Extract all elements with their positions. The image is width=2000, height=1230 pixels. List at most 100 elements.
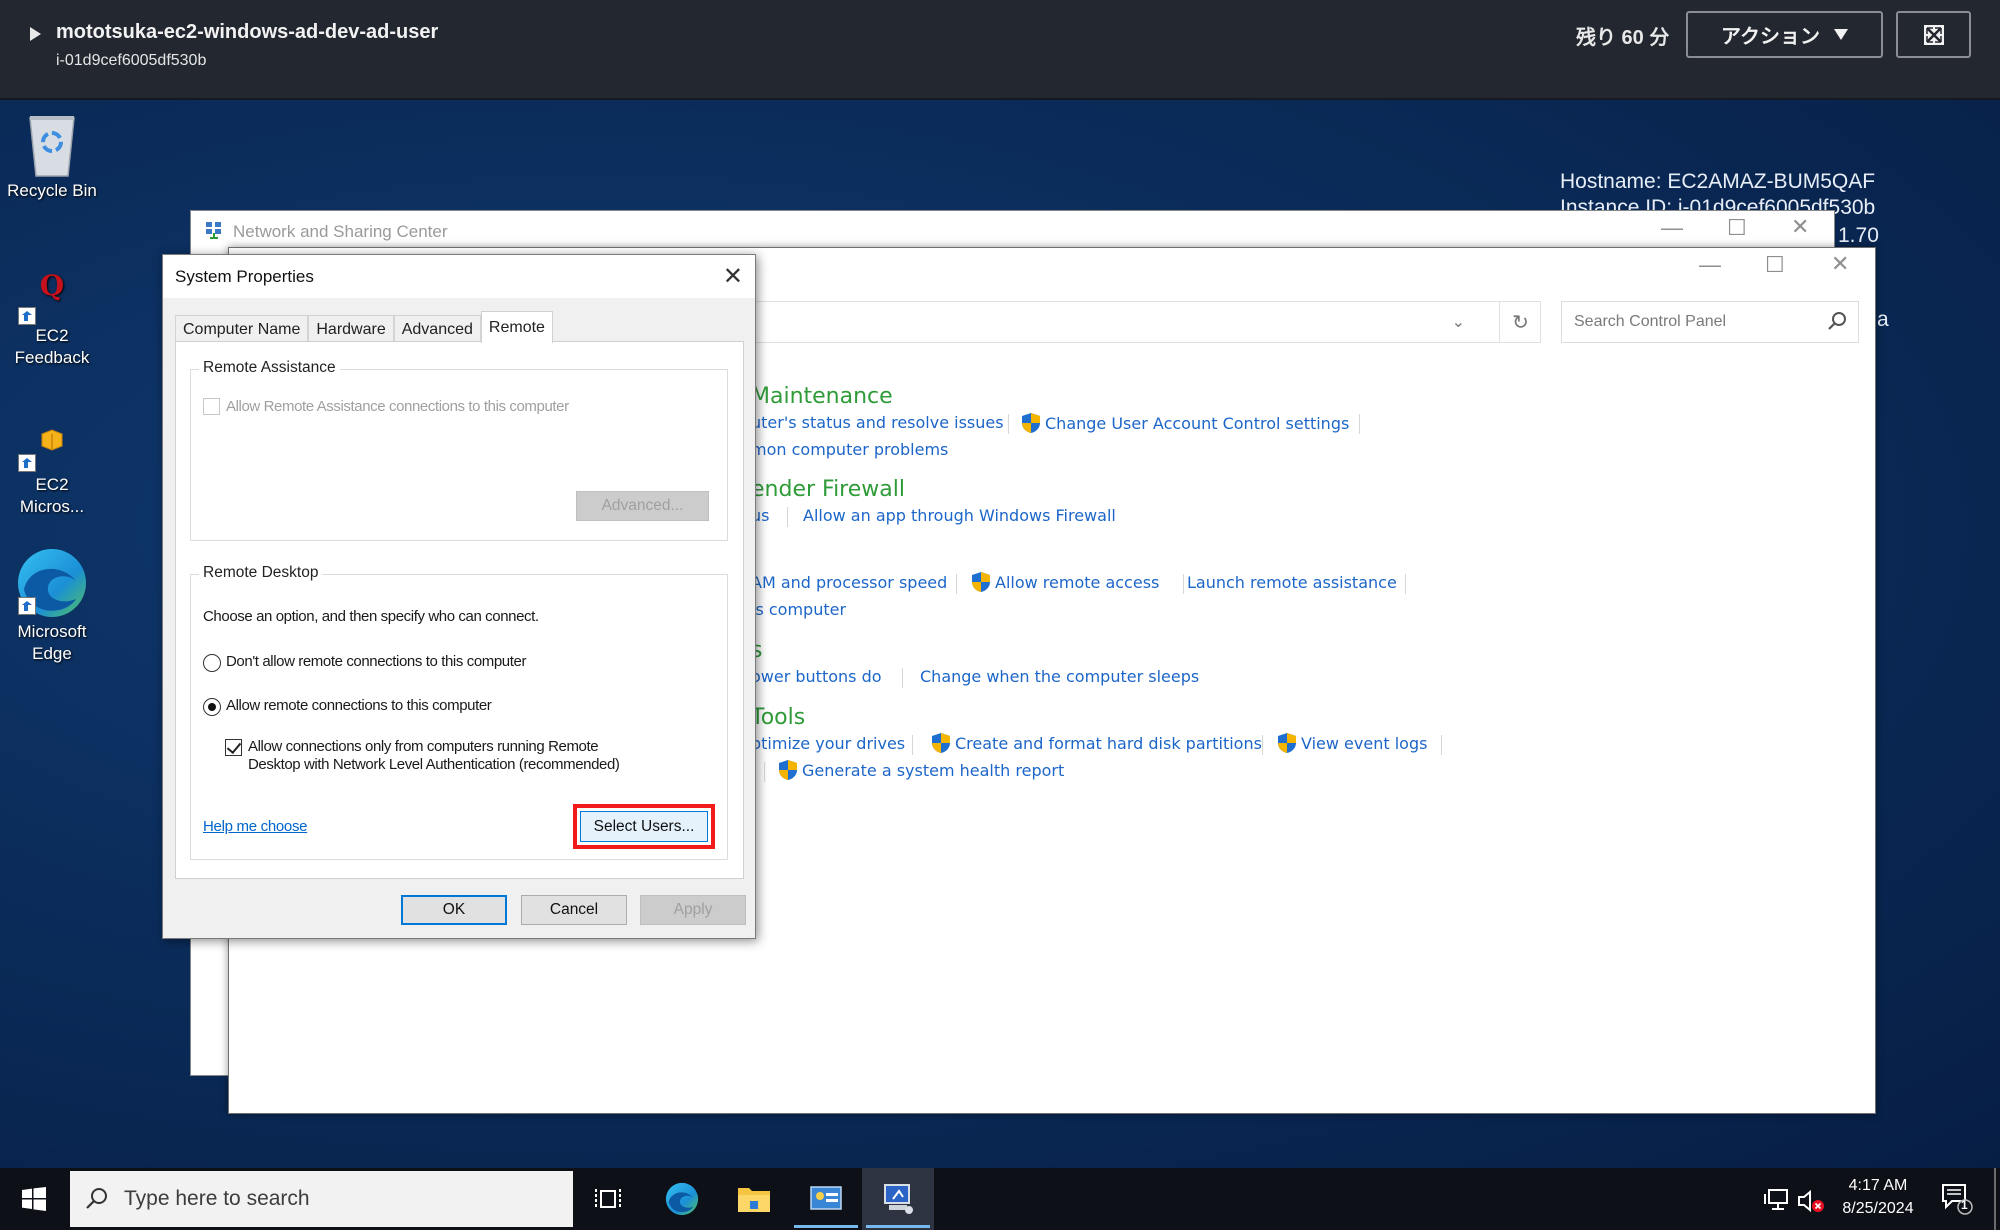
advanced-button[interactable]: Advanced... xyxy=(576,491,709,521)
group-legend: Remote Desktop xyxy=(199,564,323,582)
link-optimize-drives[interactable]: ptimize your drives xyxy=(751,734,905,753)
taskbar-task-view[interactable] xyxy=(572,1168,644,1230)
instance-id: i-01d9cef6005df530b xyxy=(56,52,207,69)
link-label: is computer xyxy=(751,600,847,619)
tab-remote[interactable]: Remote xyxy=(480,311,553,343)
notification-center-button[interactable]: 1 xyxy=(1940,1182,1974,1216)
triangle-down-icon xyxy=(1834,29,1848,40)
link-allow-app-firewall[interactable]: Allow an app through Windows Firewall xyxy=(803,506,1116,525)
chevron-down-icon[interactable]: ⌄ xyxy=(1452,312,1465,332)
show-desktop-button[interactable] xyxy=(1994,1168,1996,1230)
desktop-icon-label: Micros... xyxy=(19,497,85,516)
search-icon xyxy=(86,1188,107,1209)
taskbar-file-explorer[interactable] xyxy=(718,1168,790,1230)
uac-shield-icon xyxy=(1278,733,1296,753)
link-troubleshoot[interactable]: mon computer problems xyxy=(751,440,948,459)
section-heading: Maintenance xyxy=(751,384,893,409)
clock-date[interactable]: 8/25/2024 xyxy=(1834,1200,1922,1218)
dialog-titlebar[interactable]: System Properties ✕ xyxy=(163,255,755,298)
window-title: Network and Sharing Center xyxy=(233,222,448,241)
tab-hardware[interactable]: Hardware xyxy=(308,315,394,343)
taskbar-system-properties[interactable] xyxy=(862,1168,934,1230)
link-label: mon computer problems xyxy=(751,440,949,459)
cancel-button[interactable]: Cancel xyxy=(521,895,627,925)
control-panel-search[interactable] xyxy=(1561,301,1859,343)
radio-allow-label: Allow remote connections to this compute… xyxy=(226,697,492,714)
taskbar-control-panel[interactable] xyxy=(790,1168,862,1230)
separator xyxy=(902,668,903,688)
fullscreen-button[interactable] xyxy=(1896,11,1971,58)
taskbar-edge[interactable] xyxy=(646,1168,718,1230)
remaining-time: 残り 60 分 xyxy=(1576,27,1670,49)
link-label: Allow remote access xyxy=(995,572,1160,592)
close-icon[interactable]: ✕ xyxy=(723,262,743,291)
link-check-status[interactable]: uter's status and resolve issues xyxy=(751,413,1004,432)
desktop-icon-ec2-microsoft[interactable]: EC2 Micros... xyxy=(2,420,102,518)
separator xyxy=(1405,574,1406,594)
shortcut-arrow-icon xyxy=(18,597,36,615)
search-input[interactable] xyxy=(1562,302,1822,342)
clock-time[interactable]: 4:17 AM xyxy=(1838,1177,1918,1195)
caret-right-icon[interactable] xyxy=(30,27,41,41)
link-allow-remote-access[interactable]: Allow remote access xyxy=(971,571,1159,593)
tab-strip: Computer Name Hardware Advanced Remote xyxy=(175,311,553,343)
link-label: Generate a system health report xyxy=(802,760,1065,780)
apply-button[interactable]: Apply xyxy=(640,895,746,925)
close-button[interactable]: ✕ xyxy=(1791,214,1809,240)
desktop-icon-label: Edge xyxy=(32,644,72,663)
desktop-icon-label: EC2 xyxy=(35,326,69,345)
tab-advanced[interactable]: Advanced xyxy=(393,315,481,343)
link-label: Launch remote assistance xyxy=(1187,573,1397,592)
uac-shield-icon xyxy=(932,733,950,753)
desktop-icon-recycle-bin[interactable]: Recycle Bin xyxy=(2,110,102,202)
actions-dropdown-button[interactable]: アクション xyxy=(1686,11,1883,58)
maximize-button[interactable]: ☐ xyxy=(1727,215,1747,241)
ok-button[interactable]: OK xyxy=(401,895,507,925)
link-computer-name[interactable]: is computer xyxy=(751,600,846,619)
fullscreen-icon xyxy=(1923,24,1944,45)
separator xyxy=(1441,735,1442,755)
recycle-bin-icon xyxy=(29,116,75,177)
link-change-uac[interactable]: Change User Account Control settings xyxy=(1021,412,1349,434)
link-disk-partitions[interactable]: Create and format hard disk partitions xyxy=(931,732,1262,754)
desktop-icon-edge[interactable]: Microsoft Edge xyxy=(2,545,102,665)
refresh-button[interactable]: ↻ xyxy=(1499,301,1541,343)
taskbar-search-box[interactable] xyxy=(70,1171,573,1227)
link-power-buttons[interactable]: ower buttons do xyxy=(751,667,882,686)
tab-computer-name[interactable]: Computer Name xyxy=(175,315,309,343)
help-me-choose-link[interactable]: Help me choose xyxy=(203,818,308,835)
volume-muted-icon[interactable] xyxy=(1797,1188,1827,1219)
remote-desktop-group: Remote Desktop Choose an option, and the… xyxy=(190,564,728,860)
link-view-event-logs[interactable]: View event logs xyxy=(1277,732,1427,754)
system-properties-icon xyxy=(884,1184,913,1214)
link-launch-remote-assistance[interactable]: Launch remote assistance xyxy=(1187,573,1397,592)
nla-checkbox[interactable] xyxy=(225,739,242,756)
actions-label: アクション xyxy=(1721,26,1820,48)
link-view-ram[interactable]: AM and processor speed xyxy=(751,573,947,592)
bginfo-fragment: a xyxy=(1877,308,1889,331)
session-header: mototsuka-ec2-windows-ad-dev-ad-user i-0… xyxy=(0,0,2000,100)
taskbar-search-input[interactable] xyxy=(124,1179,544,1219)
minimize-button[interactable]: — xyxy=(1661,215,1683,241)
link-system-health-report[interactable]: Generate a system health report xyxy=(778,759,1064,781)
desktop-icon-ec2-feedback[interactable]: Q EC2 Feedback xyxy=(2,269,102,369)
nla-label-line1: Allow connections only from computers ru… xyxy=(248,738,599,755)
system-properties-dialog[interactable]: System Properties ✕ Computer Name Hardwa… xyxy=(162,254,756,939)
close-button[interactable]: ✕ xyxy=(1831,251,1849,277)
separator xyxy=(1359,414,1360,434)
radio-deny-remote[interactable] xyxy=(203,654,221,672)
dialog-title: System Properties xyxy=(175,267,314,286)
ec2-feedback-icon: Q xyxy=(39,269,65,302)
notification-count: 1 xyxy=(1961,1198,1968,1212)
separator xyxy=(956,574,957,594)
link-change-sleep[interactable]: Change when the computer sleeps xyxy=(920,667,1199,686)
minimize-button[interactable]: — xyxy=(1699,252,1721,278)
separator xyxy=(1008,414,1009,434)
section-heading: Tools xyxy=(751,705,806,730)
maximize-button[interactable]: ☐ xyxy=(1765,252,1785,278)
link-label: Allow an app through Windows Firewall xyxy=(803,506,1116,525)
remote-assistance-checkbox[interactable] xyxy=(203,398,220,415)
network-tray-icon[interactable] xyxy=(1763,1188,1791,1212)
start-button[interactable] xyxy=(0,1168,68,1230)
radio-allow-remote[interactable] xyxy=(203,698,221,716)
